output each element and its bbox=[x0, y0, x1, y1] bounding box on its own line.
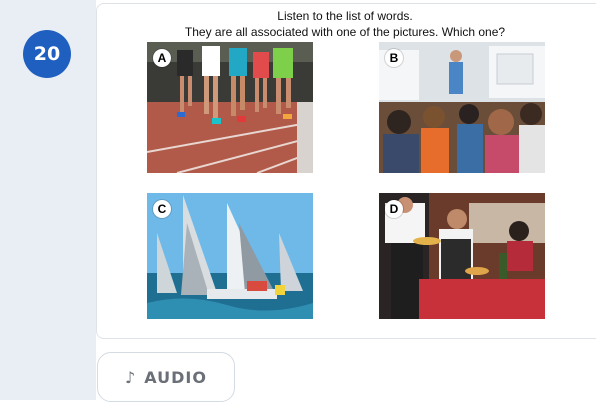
audio-button-label: AUDIO bbox=[144, 367, 207, 387]
option-d-label: D bbox=[385, 200, 403, 218]
option-b-image[interactable]: B bbox=[379, 42, 545, 173]
question-card: Listen to the list of words. They are al… bbox=[96, 3, 596, 339]
instruction-line-2: They are all associated with one of the … bbox=[184, 25, 506, 39]
option-b-label: B bbox=[385, 49, 403, 67]
option-d-image[interactable]: D bbox=[379, 193, 545, 319]
option-c-image[interactable]: C bbox=[147, 193, 313, 319]
question-sidebar: 20 bbox=[0, 0, 96, 400]
instruction-line-1: Listen to the list of words. bbox=[277, 9, 413, 23]
music-note-icon: ♪ bbox=[125, 367, 137, 387]
option-a-image[interactable]: A bbox=[147, 42, 313, 173]
option-c-label: C bbox=[153, 200, 171, 218]
question-number-badge: 20 bbox=[23, 30, 71, 78]
audio-button[interactable]: ♪ AUDIO bbox=[97, 352, 235, 402]
option-a-label: A bbox=[153, 49, 171, 67]
